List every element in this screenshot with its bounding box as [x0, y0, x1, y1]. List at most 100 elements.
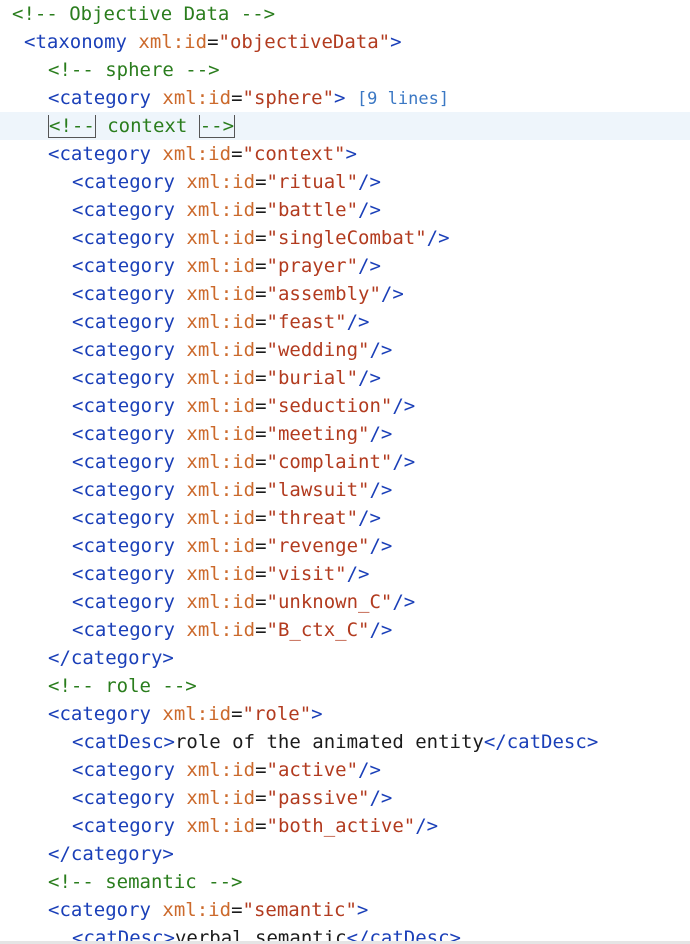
tag-bracket: /> [392, 395, 416, 417]
comment-open-marker: <!-- [48, 115, 96, 138]
code-line[interactable]: <category xml:id="assembly"/> [0, 280, 690, 308]
code-line[interactable]: <category xml:id="feast"/> [0, 308, 690, 336]
tag-bracket: /> [392, 591, 416, 613]
tag-name: category [83, 815, 175, 837]
code-line[interactable]: <category xml:id="meeting"/> [0, 420, 690, 448]
code-line[interactable]: </category> [0, 644, 690, 672]
attribute-value: "both_active" [266, 815, 416, 837]
tag-name: category [83, 591, 175, 613]
code-line[interactable]: <catDesc>role of the animated entity</ca… [0, 728, 690, 756]
tag-name: category [83, 507, 175, 529]
code-line[interactable]: <category xml:id="burial"/> [0, 364, 690, 392]
equals-sign: = [255, 591, 267, 613]
attribute-name: xml:id [186, 171, 256, 193]
code-line[interactable]: <taxonomy xml:id="objectiveData"> [0, 28, 690, 56]
code-line[interactable]: <category xml:id="semantic"> [0, 896, 690, 924]
tag-bracket: < [72, 759, 84, 781]
equals-sign: = [255, 199, 267, 221]
tag-bracket: < [48, 143, 60, 165]
code-line[interactable]: <category xml:id="complaint"/> [0, 448, 690, 476]
code-line[interactable]: <category xml:id="context"> [0, 140, 690, 168]
folded-lines-marker[interactable]: [9 lines] [357, 89, 449, 109]
tag-name: category [83, 199, 175, 221]
tag-bracket: /> [346, 311, 370, 333]
code-editor[interactable]: <!-- Objective Data --> <taxonomy xml:id=… [0, 0, 690, 944]
tag-bracket: < [72, 199, 84, 221]
tag-name: category [83, 479, 175, 501]
code-line[interactable]: <!-- context --> [0, 112, 690, 140]
tag-bracket: < [24, 31, 36, 53]
tag-bracket: </ [48, 647, 71, 669]
code-line[interactable]: <category xml:id="lawsuit"/> [0, 476, 690, 504]
xml-comment-text: context [95, 115, 199, 137]
code-line[interactable]: <category xml:id="wedding"/> [0, 336, 690, 364]
tag-bracket: < [72, 731, 84, 753]
equals-sign: = [255, 759, 267, 781]
tag-bracket: </ [483, 731, 507, 753]
code-line[interactable]: <category xml:id="sphere"> [9 lines] [0, 84, 690, 112]
code-line[interactable]: <category xml:id="active"/> [0, 756, 690, 784]
tag-name: category [59, 899, 151, 921]
equals-sign: = [255, 283, 267, 305]
code-line[interactable]: <!-- Objective Data --> [0, 0, 690, 28]
attribute-value: "complaint" [266, 451, 393, 473]
attribute-name: xml:id [186, 507, 256, 529]
tag-bracket: /> [415, 815, 439, 837]
tag-bracket: < [48, 87, 60, 109]
attribute-name: xml:id [186, 619, 256, 641]
tag-bracket: < [72, 311, 84, 333]
tag-bracket: < [72, 423, 84, 445]
code-line[interactable]: <category xml:id="both_active"/> [0, 812, 690, 840]
code-line[interactable]: <category xml:id="visit"/> [0, 560, 690, 588]
code-line[interactable]: <category xml:id="B_ctx_C"/> [0, 616, 690, 644]
attribute-value: "singleCombat" [266, 227, 427, 249]
tag-bracket: < [72, 255, 84, 277]
code-line[interactable]: <category xml:id="battle"/> [0, 196, 690, 224]
code-line[interactable]: <category xml:id="ritual"/> [0, 168, 690, 196]
tag-name: category [83, 395, 175, 417]
tag-bracket: /> [369, 535, 393, 557]
code-line[interactable]: <category xml:id="unknown_C"/> [0, 588, 690, 616]
tag-bracket: > [390, 31, 402, 53]
code-line[interactable]: <category xml:id="seduction"/> [0, 392, 690, 420]
code-line[interactable]: <category xml:id="threat"/> [0, 504, 690, 532]
tag-name: category [83, 227, 175, 249]
tag-name: category [83, 563, 175, 585]
code-line[interactable]: <category xml:id="role"> [0, 700, 690, 728]
attribute-value: "lawsuit" [266, 479, 370, 501]
tag-bracket: /> [346, 563, 370, 585]
tag-bracket: /> [369, 423, 393, 445]
code-line[interactable]: <!-- sphere --> [0, 56, 690, 84]
equals-sign: = [255, 563, 267, 585]
attribute-name: xml:id [162, 87, 232, 109]
code-line[interactable]: <category xml:id="prayer"/> [0, 252, 690, 280]
tag-name: category [59, 703, 151, 725]
attribute-name: xml:id [186, 423, 256, 445]
tag-name: category [83, 423, 175, 445]
code-line[interactable]: <!-- role --> [0, 672, 690, 700]
code-line[interactable]: <category xml:id="passive"/> [0, 784, 690, 812]
code-line[interactable]: <!-- semantic --> [0, 868, 690, 896]
attribute-name: xml:id [162, 899, 232, 921]
tag-bracket: > [163, 731, 175, 753]
tag-bracket: /> [358, 171, 381, 193]
tag-name: taxonomy [35, 31, 127, 53]
code-line[interactable]: <category xml:id="revenge"/> [0, 532, 690, 560]
equals-sign: = [255, 507, 267, 529]
code-line[interactable]: <category xml:id="singleCombat"/> [0, 224, 690, 252]
tag-bracket: > [356, 899, 369, 921]
equals-sign: = [255, 311, 267, 333]
code-line[interactable]: </category> [0, 840, 690, 868]
equals-sign: = [207, 31, 219, 53]
tag-bracket: < [72, 479, 84, 501]
